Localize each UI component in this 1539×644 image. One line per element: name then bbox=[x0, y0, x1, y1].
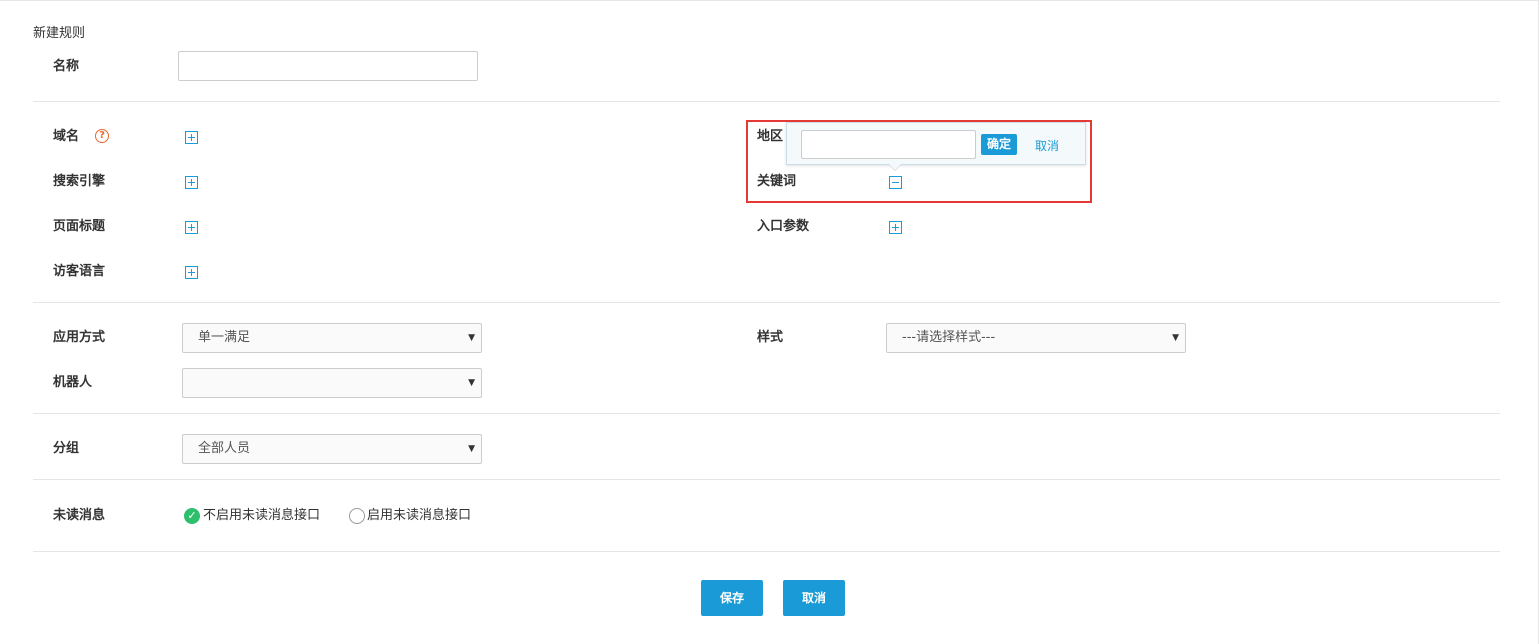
chevron-down-icon: ▼ bbox=[1172, 333, 1179, 343]
help-icon[interactable]: ? bbox=[95, 129, 109, 143]
apply-mode-label: 应用方式 bbox=[53, 330, 106, 345]
page-title-label: 页面标题 bbox=[53, 219, 106, 234]
unread-option-disable[interactable]: 不启用未读消息接口 bbox=[203, 507, 320, 525]
chevron-down-icon: ▼ bbox=[468, 378, 475, 388]
visitor-language-add-icon[interactable] bbox=[185, 266, 198, 279]
divider bbox=[33, 302, 1500, 303]
save-button[interactable]: 保存 bbox=[701, 580, 763, 616]
style-label: 样式 bbox=[757, 330, 784, 345]
apply-mode-select[interactable]: 单一满足 ▼ bbox=[182, 323, 482, 353]
apply-mode-value: 单一满足 bbox=[198, 330, 251, 345]
highlight-box bbox=[746, 120, 1092, 203]
robot-select[interactable]: ▼ bbox=[182, 368, 482, 398]
entry-param-add-icon[interactable] bbox=[889, 221, 902, 234]
divider bbox=[33, 551, 1500, 552]
chevron-down-icon: ▼ bbox=[468, 333, 475, 343]
divider bbox=[33, 413, 1500, 414]
cancel-button[interactable]: 取消 bbox=[783, 580, 845, 616]
name-label: 名称 bbox=[53, 59, 80, 74]
group-value: 全部人员 bbox=[198, 441, 251, 456]
style-value: ---请选择样式--- bbox=[902, 330, 996, 345]
group-label: 分组 bbox=[53, 441, 80, 456]
style-select[interactable]: ---请选择样式--- ▼ bbox=[886, 323, 1186, 353]
group-select[interactable]: 全部人员 ▼ bbox=[182, 434, 482, 464]
divider bbox=[33, 479, 1500, 480]
search-engine-add-icon[interactable] bbox=[185, 176, 198, 189]
radio-unchecked-icon[interactable] bbox=[349, 508, 365, 524]
divider bbox=[33, 101, 1500, 102]
entry-param-label: 入口参数 bbox=[757, 219, 810, 234]
name-input[interactable] bbox=[178, 51, 478, 81]
form-heading: 新建规则 bbox=[33, 26, 86, 41]
window-top-border bbox=[0, 0, 1539, 1]
visitor-language-label: 访客语言 bbox=[53, 264, 106, 279]
unread-label: 未读消息 bbox=[53, 508, 106, 523]
robot-label: 机器人 bbox=[53, 375, 93, 390]
radio-checked-icon[interactable]: ✓ bbox=[184, 508, 200, 524]
domain-add-icon[interactable] bbox=[185, 131, 198, 144]
unread-option-enable[interactable]: 启用未读消息接口 bbox=[367, 507, 471, 525]
page-title-add-icon[interactable] bbox=[185, 221, 198, 234]
domain-label: 域名 bbox=[53, 129, 80, 144]
search-engine-label: 搜索引擎 bbox=[53, 174, 106, 189]
chevron-down-icon: ▼ bbox=[468, 444, 475, 454]
